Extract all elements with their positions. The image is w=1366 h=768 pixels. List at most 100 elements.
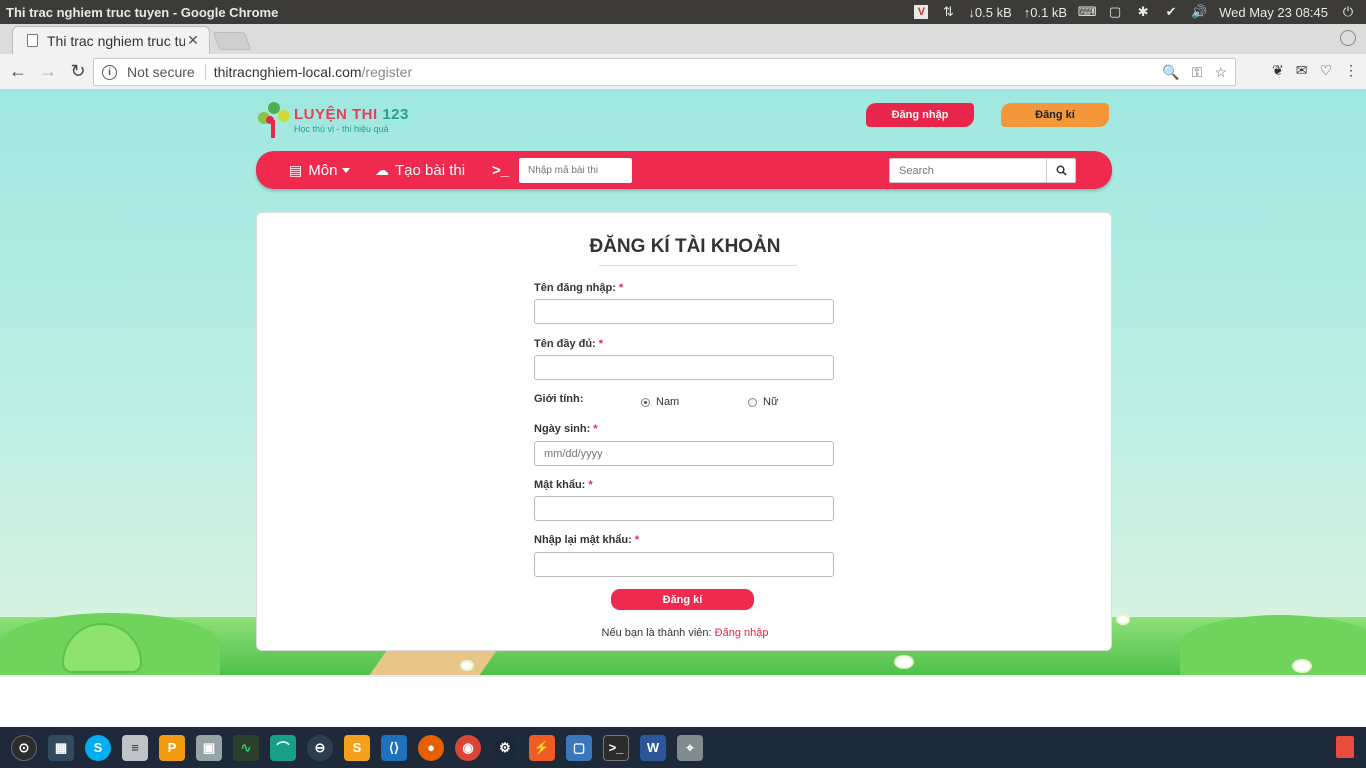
bluetooth-icon[interactable]: ✱: [1135, 4, 1151, 20]
logo-tagline: Học thú vị - thi hiệu quả: [294, 124, 389, 134]
system-monitor-icon[interactable]: ∿: [233, 734, 259, 761]
flower-decoration: [1118, 616, 1128, 623]
info-icon[interactable]: i: [102, 64, 117, 80]
bookmark-star-icon[interactable]: ☆: [1214, 64, 1227, 81]
gender-female-radio[interactable]: Nữ: [748, 396, 778, 408]
gender-male-radio[interactable]: Nam: [641, 396, 679, 408]
vscode-icon[interactable]: ⟨⟩: [381, 734, 407, 761]
profile-icon[interactable]: [1340, 30, 1356, 46]
virtualbox-icon[interactable]: ▢: [566, 734, 592, 761]
screen-icon[interactable]: ▢: [1107, 4, 1123, 20]
header-register-button[interactable]: Đăng kí: [1001, 103, 1109, 127]
register-card: ĐĂNG KÍ TÀI KHOẢN Tên đăng nhập: * Tên đ…: [256, 212, 1112, 651]
extension-mail-icon[interactable]: ✉: [1296, 62, 1308, 79]
radio-unselected-icon[interactable]: [748, 397, 757, 407]
caret-down-icon: [342, 167, 351, 173]
menu-kebab-icon[interactable]: ⋮: [1344, 62, 1358, 79]
create-exam-label: Tạo bài thi: [395, 161, 466, 179]
omnibox-actions: 🔍 ⚿ ☆: [1162, 64, 1227, 81]
keyboard-icon[interactable]: ⌨: [1078, 4, 1097, 20]
site-logo[interactable]: LUYỆN THI 123 Học thú vị - thi hiệu quả: [256, 100, 409, 140]
username-label-text: Tên đăng nhập:: [534, 282, 616, 294]
confirm-password-input[interactable]: [534, 552, 834, 577]
terminal-app-icon[interactable]: >_: [603, 734, 629, 761]
password-input[interactable]: [534, 496, 834, 521]
site-navbar: ▤ Môn ☁ Tạo bài thi >_: [256, 151, 1112, 189]
required-mark: *: [634, 534, 640, 546]
vivaldi-indicator-icon[interactable]: V: [914, 5, 929, 19]
fullname-label: Tên đầy đủ: *: [534, 338, 603, 350]
text-file-icon[interactable]: ≡: [122, 734, 148, 761]
search-button[interactable]: [1046, 158, 1076, 183]
firefox-icon[interactable]: ●: [418, 734, 444, 761]
volume-icon[interactable]: 🔊: [1191, 4, 1207, 20]
back-button[interactable]: ←: [4, 58, 32, 86]
close-tab-icon[interactable]: ✕: [185, 32, 201, 49]
logo-number: 123: [382, 106, 409, 123]
extension-gnome-icon[interactable]: ❦: [1272, 62, 1284, 79]
required-mark: *: [588, 479, 593, 491]
word-icon[interactable]: W: [640, 734, 666, 761]
address-bar[interactable]: i Not secure thitracnghiem-local.com/reg…: [93, 58, 1236, 86]
tab-strip: Thi trac nghiem truc tuyen ✕: [0, 24, 1366, 54]
username-input[interactable]: [534, 299, 834, 324]
fullname-label-text: Tên đầy đủ:: [534, 338, 596, 350]
page-title: ĐĂNG KÍ TÀI KHOẢN: [589, 236, 781, 257]
browser-tab[interactable]: Thi trac nghiem truc tuyen ✕: [12, 26, 210, 54]
new-tab-button[interactable]: [212, 32, 252, 50]
search-icon: [1056, 165, 1067, 176]
postman-icon[interactable]: ⚡: [529, 734, 555, 761]
tree-logo-icon: [256, 100, 290, 140]
steam-icon[interactable]: ⚙: [492, 734, 518, 761]
os-taskbar: ⊙ ▦ S ≡ P ▣ ∿ ⌒ ⊖ S ⟨⟩ ● ◉ ⚙ ⚡ ▢ >_ W ⌖: [0, 727, 1366, 768]
not-secure-label[interactable]: Not secure: [127, 64, 206, 80]
net-down-speed: ↓0.5 kB: [968, 4, 1012, 20]
fullname-input[interactable]: [534, 355, 834, 380]
header-login-button[interactable]: Đăng nhập: [866, 103, 974, 127]
zoom-icon[interactable]: 🔍: [1162, 64, 1179, 81]
gender-label: Giới tính:: [534, 393, 584, 405]
clock[interactable]: Wed May 23 08:45: [1219, 5, 1328, 20]
password-label: Mật khẩu: *: [534, 479, 593, 491]
exam-code-input[interactable]: [519, 158, 632, 183]
clipboard-check-icon[interactable]: ✔: [1163, 4, 1179, 20]
radio-selected-icon[interactable]: [641, 397, 650, 407]
sublime-text-icon[interactable]: S: [344, 734, 370, 761]
subjects-label: Môn: [308, 161, 338, 179]
power-icon[interactable]: ⏻: [1340, 4, 1356, 20]
design-tool-icon[interactable]: ⌖: [677, 734, 703, 761]
submit-register-button[interactable]: Đăng kí: [611, 589, 754, 610]
page-bottom-area: [0, 675, 1366, 727]
terminal-icon: >_: [492, 161, 510, 179]
chrome-icon[interactable]: ◉: [455, 734, 481, 761]
window-title: Thi trac nghiem truc tuyen - Google Chro…: [6, 4, 279, 20]
remote-desktop-icon[interactable]: ⊖: [307, 734, 333, 761]
trash-icon[interactable]: [1336, 736, 1354, 758]
tab-title: Thi trac nghiem truc tuyen: [47, 32, 185, 49]
birthday-label: Ngày sinh: *: [534, 423, 598, 435]
net-up-speed: ↑0.1 kB: [1023, 4, 1068, 20]
extension-pocket-icon[interactable]: ♡: [1319, 62, 1332, 79]
screenshot-icon[interactable]: ▣: [196, 734, 222, 761]
reload-button[interactable]: ↻: [64, 58, 92, 86]
hill-decoration: [1180, 615, 1366, 675]
forward-button[interactable]: →: [34, 58, 62, 86]
search-input[interactable]: [889, 158, 1047, 183]
birthday-label-text: Ngày sinh:: [534, 423, 591, 435]
create-exam-link[interactable]: ☁ Tạo bài thi: [375, 151, 465, 189]
birthday-input[interactable]: [534, 441, 834, 466]
password-label-text: Mật khẩu:: [534, 479, 586, 491]
title-divider: [599, 265, 797, 266]
skype-icon[interactable]: S: [85, 734, 111, 761]
ubuntu-launcher-icon[interactable]: ⊙: [11, 734, 37, 761]
oscilloscope-icon[interactable]: ⌒: [270, 734, 296, 761]
network-arrows-icon[interactable]: ⇅: [940, 4, 956, 20]
cloud-upload-icon: ☁: [375, 161, 389, 178]
url-host: thitracnghiem-local.com: [213, 64, 362, 80]
subjects-dropdown[interactable]: ▤ Môn: [289, 151, 351, 189]
username-label: Tên đăng nhập: *: [534, 282, 623, 294]
login-link[interactable]: Đăng nhập: [715, 627, 769, 639]
workspace-switcher-icon[interactable]: ▦: [48, 734, 74, 761]
key-icon[interactable]: ⚿: [1192, 64, 1203, 81]
pdf-icon[interactable]: P: [159, 734, 185, 761]
